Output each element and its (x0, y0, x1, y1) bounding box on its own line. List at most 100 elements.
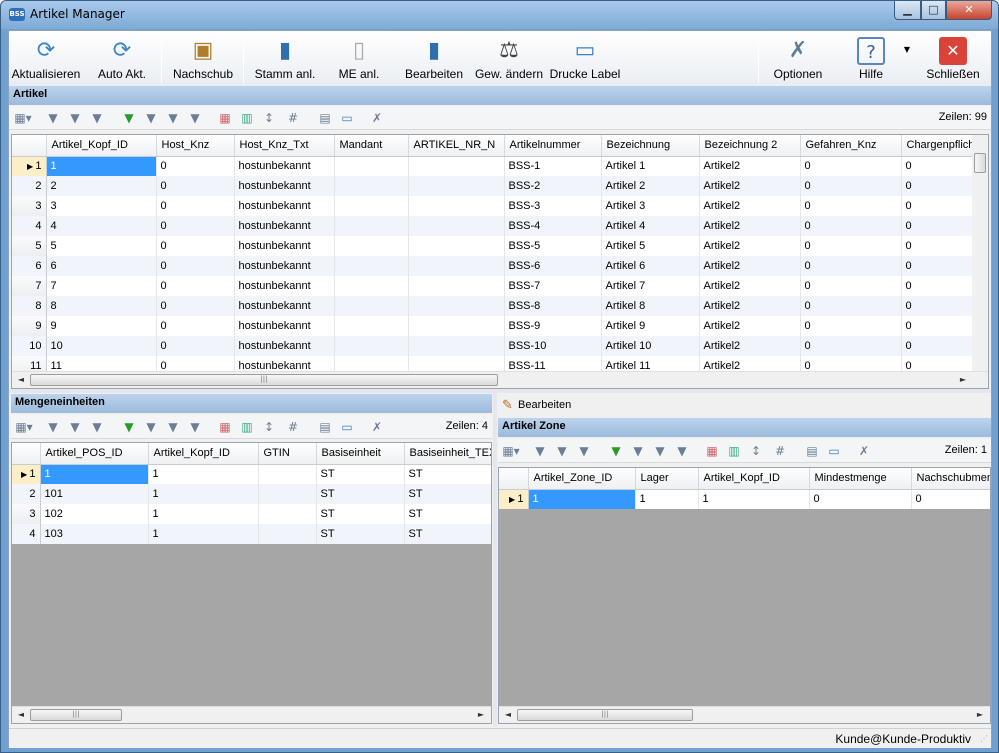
color-grid-icon[interactable]: ▦ (217, 419, 233, 435)
cell[interactable] (334, 236, 409, 256)
cell[interactable]: 9 (46, 316, 157, 336)
cell[interactable] (334, 316, 409, 336)
filter-down2-icon[interactable]: ▼ (67, 110, 83, 126)
filter-clear-icon[interactable]: ▼ (89, 419, 105, 435)
column-chooser-icon[interactable]: ▥ (239, 110, 255, 126)
filter-remove-icon[interactable]: ▼ (165, 110, 181, 126)
cell[interactable]: 0 (800, 156, 902, 176)
cell[interactable]: hostunbekannt (234, 256, 335, 276)
grid-lines-icon[interactable]: # (285, 110, 301, 126)
columns-menu-icon[interactable]: ▦▾ (12, 110, 34, 126)
cell[interactable]: 1 (528, 489, 636, 509)
col-header[interactable]: Basiseinheit (316, 443, 405, 465)
artikel-row[interactable]: 3 3 0 hostunbekannt BSS-3 Artikel 3 Artikel2 0 0 (12, 196, 988, 216)
cell[interactable]: Artikel 1 (601, 156, 700, 176)
cell[interactable]: Artikel 7 (601, 276, 700, 296)
col-header[interactable]: Artikel_Kopf_ID (148, 443, 259, 465)
row-header[interactable]: 10 (12, 336, 47, 356)
artikel-row[interactable]: 7 7 0 hostunbekannt BSS-7 Artikel 7 Artikel2 0 0 (12, 276, 988, 296)
cell[interactable]: 1 (40, 464, 149, 484)
row-header[interactable]: 3 (12, 196, 47, 216)
close-window-button[interactable]: ✕ (946, 1, 992, 20)
new-master-button[interactable]: ▮ Stamm anl. (251, 33, 319, 85)
cell[interactable]: ST (404, 524, 491, 544)
grid-settings-icon[interactable]: ✗ (369, 419, 385, 435)
col-header[interactable]: Nachschubmenge (911, 468, 990, 490)
cell[interactable]: BSS-10 (504, 336, 602, 356)
row-header[interactable]: 6 (12, 256, 47, 276)
filter-add-icon[interactable]: ▼ (121, 419, 137, 435)
grid-lines-icon[interactable]: # (772, 443, 788, 459)
row-header[interactable]: ▶ 1 (12, 156, 47, 176)
row-header[interactable]: 7 (12, 276, 47, 296)
cell[interactable]: hostunbekannt (234, 196, 335, 216)
auto-refresh-button[interactable]: ⟳ Auto Akt. (91, 33, 153, 85)
col-header[interactable]: ARTIKEL_NR_N (408, 135, 505, 157)
cell[interactable]: Artikel 9 (601, 316, 700, 336)
filter-off-icon[interactable]: ▼ (674, 443, 690, 459)
row-header[interactable]: ▶ 1 (12, 464, 41, 484)
options-button[interactable]: ✗ Optionen (769, 33, 827, 85)
cell[interactable]: 0 (800, 216, 902, 236)
cell[interactable]: BSS-6 (504, 256, 602, 276)
artikel-row[interactable]: 10 10 0 hostunbekannt BSS-10 Artikel 10 Artike… (12, 336, 988, 356)
cell[interactable]: 103 (40, 524, 149, 544)
cell[interactable]: Artikel2 (699, 296, 801, 316)
filter-remove-icon[interactable]: ▼ (652, 443, 668, 459)
close-button[interactable]: ✕ Schließen (923, 33, 983, 85)
cell[interactable]: ST (316, 464, 405, 484)
filter-down-icon[interactable]: ▼ (45, 110, 61, 126)
col-header[interactable]: Host_Knz_Txt (234, 135, 335, 157)
col-header[interactable]: Bezeichnung 2 (699, 135, 801, 157)
artikel-vscrollbar[interactable] (972, 135, 988, 371)
col-header[interactable]: GTIN (258, 443, 317, 465)
grid-lines-icon[interactable]: # (285, 419, 301, 435)
cell[interactable]: Artikel 4 (601, 216, 700, 236)
help-dropdown-arrow[interactable]: ▼ (901, 45, 913, 59)
filter-remove-icon[interactable]: ▼ (165, 419, 181, 435)
artikel-row[interactable]: 5 5 0 hostunbekannt BSS-5 Artikel 5 Artikel2 0 0 (12, 236, 988, 256)
cell[interactable] (408, 156, 505, 176)
help-button[interactable]: ? Hilfe (845, 33, 897, 85)
cell[interactable]: hostunbekannt (234, 216, 335, 236)
cell[interactable]: 8 (46, 296, 157, 316)
row-header[interactable]: 4 (12, 216, 47, 236)
cell[interactable]: hostunbekannt (234, 316, 335, 336)
cell[interactable] (258, 464, 317, 484)
cell[interactable]: Artikel2 (699, 236, 801, 256)
cell[interactable]: 7 (46, 276, 157, 296)
cell[interactable] (408, 216, 505, 236)
artikel-row[interactable]: 2 2 0 hostunbekannt BSS-2 Artikel 2 Artikel2 0 0 (12, 176, 988, 196)
mengeneinheiten-hscrollbar[interactable]: ◄ ||| ► (12, 706, 491, 723)
cell[interactable] (408, 256, 505, 276)
color-grid-icon[interactable]: ▦ (217, 110, 233, 126)
change-weight-button[interactable]: ⚖ Gew. ändern (474, 33, 544, 85)
cell[interactable]: 0 (800, 196, 902, 216)
cell[interactable]: Artikel2 (699, 156, 801, 176)
export-icon[interactable]: ▤ (804, 443, 820, 459)
filter-clear-icon[interactable]: ▼ (89, 110, 105, 126)
row-header[interactable]: 4 (12, 524, 41, 544)
cell[interactable]: Artikel2 (699, 176, 801, 196)
refresh-button[interactable]: ⟳ Aktualisieren (10, 33, 82, 85)
mengeneinheiten-row[interactable]: 3 102 1 ST ST (12, 504, 491, 524)
artikel-zone-grid[interactable]: Artikel_Zone_ID Lager Artikel_Kopf_ID Mi… (498, 467, 991, 724)
cell[interactable]: Artikel 2 (601, 176, 700, 196)
cell[interactable]: ST (316, 504, 405, 524)
cell[interactable]: 0 (800, 256, 902, 276)
replenish-button[interactable]: ▣ Nachschub (169, 33, 237, 85)
cell[interactable]: 4 (46, 216, 157, 236)
row-header[interactable]: 8 (12, 296, 47, 316)
row-header[interactable]: 9 (12, 316, 47, 336)
cell[interactable]: 1 (148, 524, 259, 544)
cell[interactable]: 10 (46, 336, 157, 356)
cell[interactable] (334, 296, 409, 316)
row-header[interactable]: 2 (12, 484, 41, 504)
artikel-row[interactable]: 9 9 0 hostunbekannt BSS-9 Artikel 9 Artikel2 0 0 (12, 316, 988, 336)
cell[interactable]: ST (404, 484, 491, 504)
mengeneinheiten-row[interactable]: ▶ 1 1 1 ST ST (12, 464, 491, 484)
cell[interactable]: BSS-2 (504, 176, 602, 196)
cell[interactable]: 3 (46, 196, 157, 216)
filter-down2-icon[interactable]: ▼ (67, 419, 83, 435)
title-bar[interactable]: BSS Artikel Manager ▁ □ ✕ (1, 1, 998, 29)
